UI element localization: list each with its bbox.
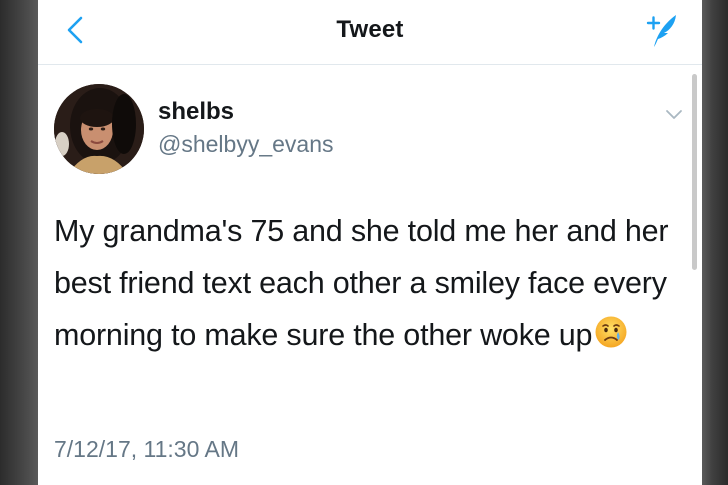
tweet-detail: shelbs @shelbyy_evans My grandma's 75 an… <box>38 65 702 485</box>
compose-tweet-button[interactable] <box>642 10 682 50</box>
scrollbar[interactable] <box>692 74 697 270</box>
tweet-timestamp: 7/12/17, 11:30 AM <box>54 436 239 462</box>
phone-bezel-right <box>702 0 728 485</box>
avatar[interactable] <box>54 84 144 174</box>
chevron-down-icon <box>666 110 682 119</box>
author-display-name[interactable]: shelbs <box>158 98 234 126</box>
tweet-screen: Tweet shelbs @shelbyy_evans My grandma's… <box>38 0 702 485</box>
tweet-body: My grandma's 75 and she told me her and … <box>54 214 669 352</box>
crying-face-emoji <box>594 313 628 365</box>
phone-bezel-left <box>0 0 38 485</box>
navigation-bar: Tweet <box>38 0 702 65</box>
author-handle[interactable]: @shelbyy_evans <box>158 131 334 158</box>
page-title: Tweet <box>336 16 404 43</box>
tweet-text: My grandma's 75 and she told me her and … <box>54 205 674 365</box>
compose-feather-icon <box>646 15 676 47</box>
tweet-menu-button[interactable] <box>660 103 688 127</box>
